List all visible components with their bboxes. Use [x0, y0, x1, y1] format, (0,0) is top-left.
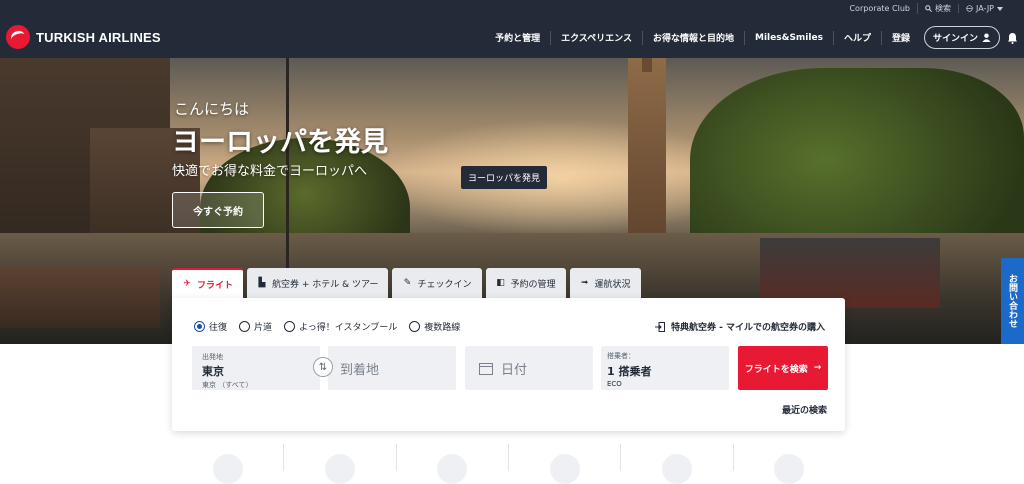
tab-manage-booking[interactable]: ◧ 予約の管理 [485, 268, 566, 298]
radio-unselected [239, 321, 251, 332]
booking-panel: 往復 片道 よっ得！イスタンブール 複数路線 特典航空券 - マイルでの航空券の… [172, 298, 845, 431]
tab-label: 航空券 + ホテル & ツアー [272, 279, 379, 290]
quick-link[interactable] [172, 444, 283, 484]
radio-unselected [284, 321, 296, 332]
quick-link-icon [437, 454, 468, 484]
checkin-icon: ✎ [403, 278, 412, 288]
swap-icon[interactable]: ⇅ [313, 357, 333, 377]
signin-label: サインイン [932, 34, 978, 44]
search-link[interactable]: 検索 [916, 3, 958, 14]
trip-label: 複数路線 [424, 323, 461, 333]
nav-item-experience[interactable]: エクスペリエンス [550, 30, 642, 45]
tab-flights[interactable]: ✈ フライト [172, 268, 244, 298]
trip-label: 往復 [209, 323, 228, 333]
booking-tabs: ✈ フライト ▙ 航空券 + ホテル & ツアー ✎ チェックイン ◧ 予約の管… [172, 268, 641, 298]
quick-link-icon [212, 454, 243, 484]
calendar-icon [479, 362, 493, 375]
tab-checkin[interactable]: ✎ チェックイン [392, 268, 482, 298]
main-nav: TURKISH AIRLINES 予約と管理 エクスペリエンス お得な情報と目的… [0, 17, 1024, 58]
quick-link[interactable] [395, 444, 508, 484]
status-icon: ➟ [580, 278, 589, 288]
passengers-field[interactable]: 搭乗者： 1 搭乗者 ECO [601, 346, 729, 390]
language-selector[interactable]: JA-JP [957, 4, 1010, 13]
brand-name: TURKISH AIRLINES [36, 29, 161, 45]
destination-field[interactable]: 到着地 [328, 346, 456, 390]
sunset-glow [380, 118, 740, 238]
user-icon [982, 33, 991, 42]
globe-icon [966, 5, 973, 12]
tab-label: 運航状況 [594, 279, 631, 290]
tab-flight-hotel[interactable]: ▙ 航空券 + ホテル & ツアー [247, 268, 389, 298]
tab-label: フライト [197, 280, 234, 291]
hero-greeting: こんにちは [174, 100, 250, 118]
quick-link[interactable] [620, 444, 732, 484]
hero-subtitle: 快適でお得な料金でヨーロッパへ [172, 164, 368, 179]
brand-logo[interactable]: TURKISH AIRLINES [6, 25, 161, 49]
passengers-label: 搭乗者： [607, 352, 635, 360]
nav-item-book-manage[interactable]: 予約と管理 [485, 31, 550, 45]
trip-multi-city[interactable]: 複数路線 [409, 320, 460, 333]
destination-placeholder: 到着地 [340, 362, 380, 378]
quick-link[interactable] [507, 444, 620, 484]
logo-icon [6, 25, 30, 49]
plane-icon: ✈ [183, 279, 191, 289]
passengers-value: 1 搭乗者 [607, 365, 652, 378]
quick-link-icon [661, 454, 692, 484]
hotel-icon: ▙ [258, 278, 266, 288]
radio-selected [194, 321, 205, 332]
manage-icon: ◧ [496, 278, 505, 288]
search-flights-label: フライトを検索 [744, 364, 808, 375]
nav-item-miles-smiles[interactable]: Miles&Smiles [744, 30, 833, 45]
origin-field[interactable]: 出発地 東京 東京 （すべて） [192, 346, 320, 390]
trip-round-trip[interactable]: 往復 [194, 320, 227, 333]
tab-label: 予約の管理 [510, 279, 556, 290]
book-now-button[interactable]: 今すぐ予約 [172, 192, 264, 228]
nav-menu: 予約と管理 エクスペリエンス お得な情報と目的地 Miles&Smiles ヘル… [485, 17, 1018, 58]
search-flights-button[interactable]: フライトを検索 → [738, 346, 828, 390]
quick-link-icon [324, 454, 355, 484]
arrow-right-icon: → [813, 363, 822, 373]
award-ticket-link[interactable]: 特典航空券 - マイルでの航空券の購入 [654, 320, 825, 333]
houseboat-left [0, 268, 160, 328]
quick-link-icon [549, 454, 580, 484]
signin-button[interactable]: サインイン [923, 26, 1000, 49]
origin-label: 出発地 [202, 353, 223, 361]
caret-down-icon [997, 6, 1003, 11]
award-ticket-label: 特典航空券 - マイルでの航空券の購入 [670, 323, 825, 333]
corporate-club-link[interactable]: Corporate Club [842, 4, 917, 13]
utility-bar: Corporate Club 検索 JA-JP [0, 0, 1024, 17]
quick-link-icon [774, 454, 805, 484]
quick-links-strip [172, 444, 845, 484]
feedback-tab[interactable]: お問い合わせ [1001, 258, 1024, 344]
nav-item-help[interactable]: ヘルプ [832, 30, 881, 45]
cabin-class: ECO [607, 380, 622, 388]
trip-label: よっ得！イスタンブール [299, 323, 398, 333]
language-label: JA-JP [975, 4, 994, 13]
trip-one-way[interactable]: 片道 [239, 320, 272, 333]
trip-type-group: 往復 片道 よっ得！イスタンブール 複数路線 [194, 320, 460, 333]
radio-unselected [409, 321, 421, 332]
bell-icon[interactable] [1006, 31, 1018, 45]
nav-item-deals-destinations[interactable]: お得な情報と目的地 [642, 30, 744, 45]
tab-flight-status[interactable]: ➟ 運航状況 [569, 268, 641, 298]
quick-link[interactable] [283, 444, 395, 484]
nav-item-register[interactable]: 登録 [880, 30, 920, 45]
login-arrow-icon [654, 321, 665, 332]
tab-label: チェックイン [417, 279, 472, 290]
date-field[interactable]: 日付 [465, 346, 593, 390]
trip-label: 片道 [254, 323, 273, 333]
hero-tooltip: ヨーロッパを発見 [461, 166, 548, 189]
recent-searches-link[interactable]: 最近の検索 [782, 403, 827, 416]
search-icon [925, 5, 932, 12]
origin-value: 東京 [202, 365, 224, 378]
trip-stopover-istanbul[interactable]: よっ得！イスタンブール [284, 320, 397, 333]
origin-detail: 東京 （すべて） [202, 381, 253, 389]
hero-title: ヨーロッパを発見 [172, 127, 388, 158]
search-label: 検索 [934, 4, 951, 13]
quick-link[interactable] [732, 444, 845, 484]
date-placeholder: 日付 [501, 362, 528, 378]
